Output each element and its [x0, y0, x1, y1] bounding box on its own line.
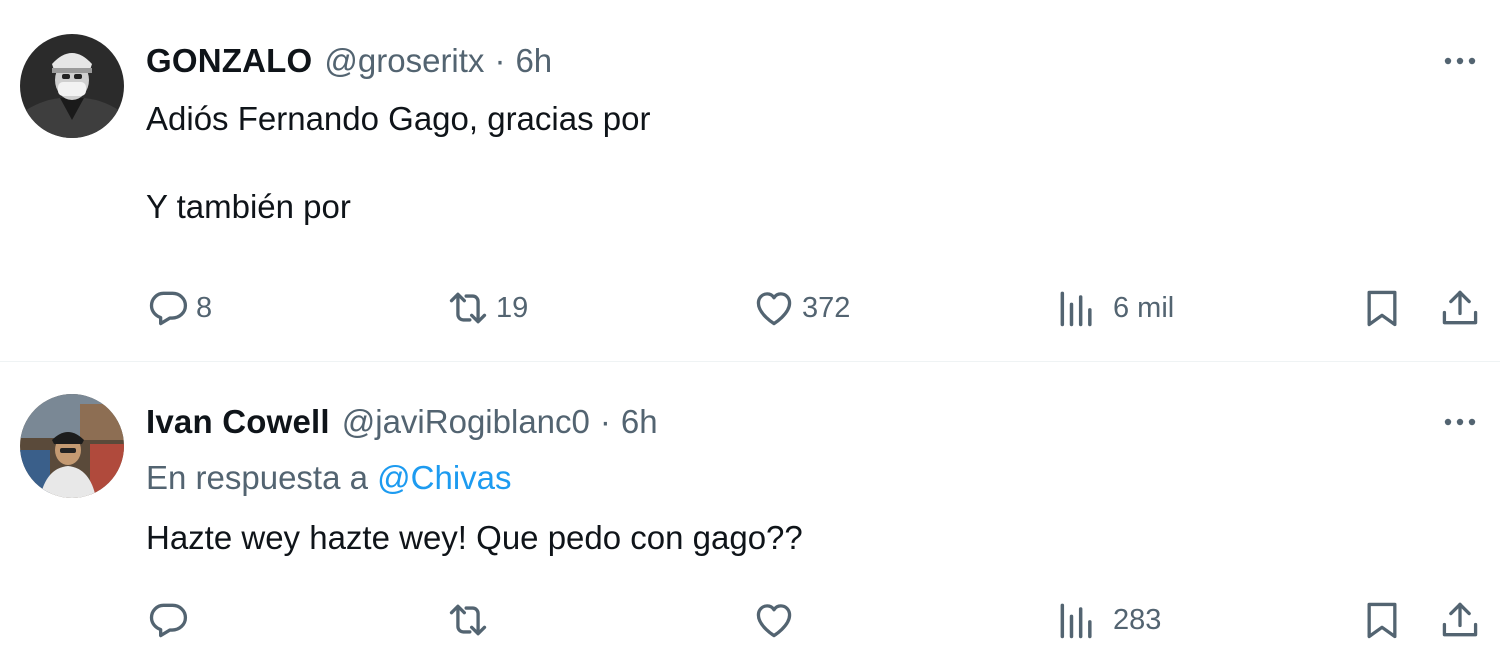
like-button[interactable]: 372 [752, 284, 850, 332]
like-count: 372 [802, 291, 851, 324]
avatar[interactable] [20, 34, 124, 138]
separator: · [494, 42, 506, 79]
author-name[interactable]: Ivan Cowell [146, 400, 330, 444]
bookmark-icon [1367, 602, 1397, 639]
reply-count: 8 [196, 291, 213, 324]
tweet-text: Adiós Fernando Gago, gracias por Y tambi… [146, 100, 651, 225]
avatar[interactable] [20, 394, 124, 498]
share-button[interactable] [1438, 284, 1482, 332]
like-button[interactable] [752, 596, 802, 644]
more-options-button[interactable] [1440, 402, 1480, 442]
author-handle[interactable]: @groseritx [324, 39, 484, 83]
views-count: 6 mil [1113, 291, 1175, 324]
bar-chart-icon [1060, 603, 1092, 639]
tweet-actions: 283 [0, 596, 1500, 644]
tweet-text: Hazte wey hazte wey! Que pedo con gago?? [146, 519, 803, 556]
bookmark-icon [1367, 290, 1397, 327]
tweet[interactable]: Ivan Cowell @javiRogiblanc0 · 6h En resp… [0, 362, 1500, 660]
retweet-button[interactable] [446, 596, 496, 644]
tweet-header: Ivan Cowell @javiRogiblanc0 · 6h [146, 400, 658, 444]
author-name[interactable]: GONZALO [146, 39, 312, 83]
more-horizontal-icon [1444, 418, 1476, 426]
heart-icon [756, 604, 792, 638]
mention-link[interactable]: @Chivas [377, 459, 511, 496]
share-upload-icon [1442, 290, 1478, 325]
replying-to: En respuesta a @Chivas [146, 456, 512, 500]
tweet-header: GONZALO @groseritx · 6h [146, 39, 552, 83]
share-upload-icon [1442, 602, 1478, 637]
reply-button[interactable]: 8 [146, 284, 212, 332]
timestamp[interactable]: 6h [621, 400, 658, 444]
reply-button[interactable] [146, 596, 196, 644]
tweet[interactable]: GONZALO @groseritx · 6h Adiós Fernando G… [0, 0, 1500, 362]
heart-icon [756, 292, 792, 326]
author-handle[interactable]: @javiRogiblanc0 [342, 400, 590, 444]
bar-chart-icon [1060, 291, 1092, 327]
retweet-icon [449, 292, 487, 324]
retweet-icon [449, 604, 487, 636]
retweet-button[interactable]: 19 [446, 284, 528, 332]
more-options-button[interactable] [1440, 41, 1480, 81]
share-button[interactable] [1438, 596, 1482, 644]
bookmark-button[interactable] [1360, 284, 1404, 332]
retweet-count: 19 [496, 291, 529, 324]
timestamp[interactable]: 6h [515, 39, 552, 83]
tweet-actions: 8 19 372 6 mil [0, 284, 1500, 332]
reply-bubble-icon [149, 603, 188, 638]
reply-bubble-icon [149, 291, 188, 326]
views-count: 283 [1113, 603, 1162, 636]
separator: · [599, 403, 611, 440]
more-horizontal-icon [1444, 57, 1476, 65]
bookmark-button[interactable] [1360, 596, 1404, 644]
views-button[interactable]: 6 mil [1055, 284, 1174, 332]
replying-to-label: En respuesta a [146, 459, 368, 496]
views-button[interactable]: 283 [1055, 596, 1161, 644]
